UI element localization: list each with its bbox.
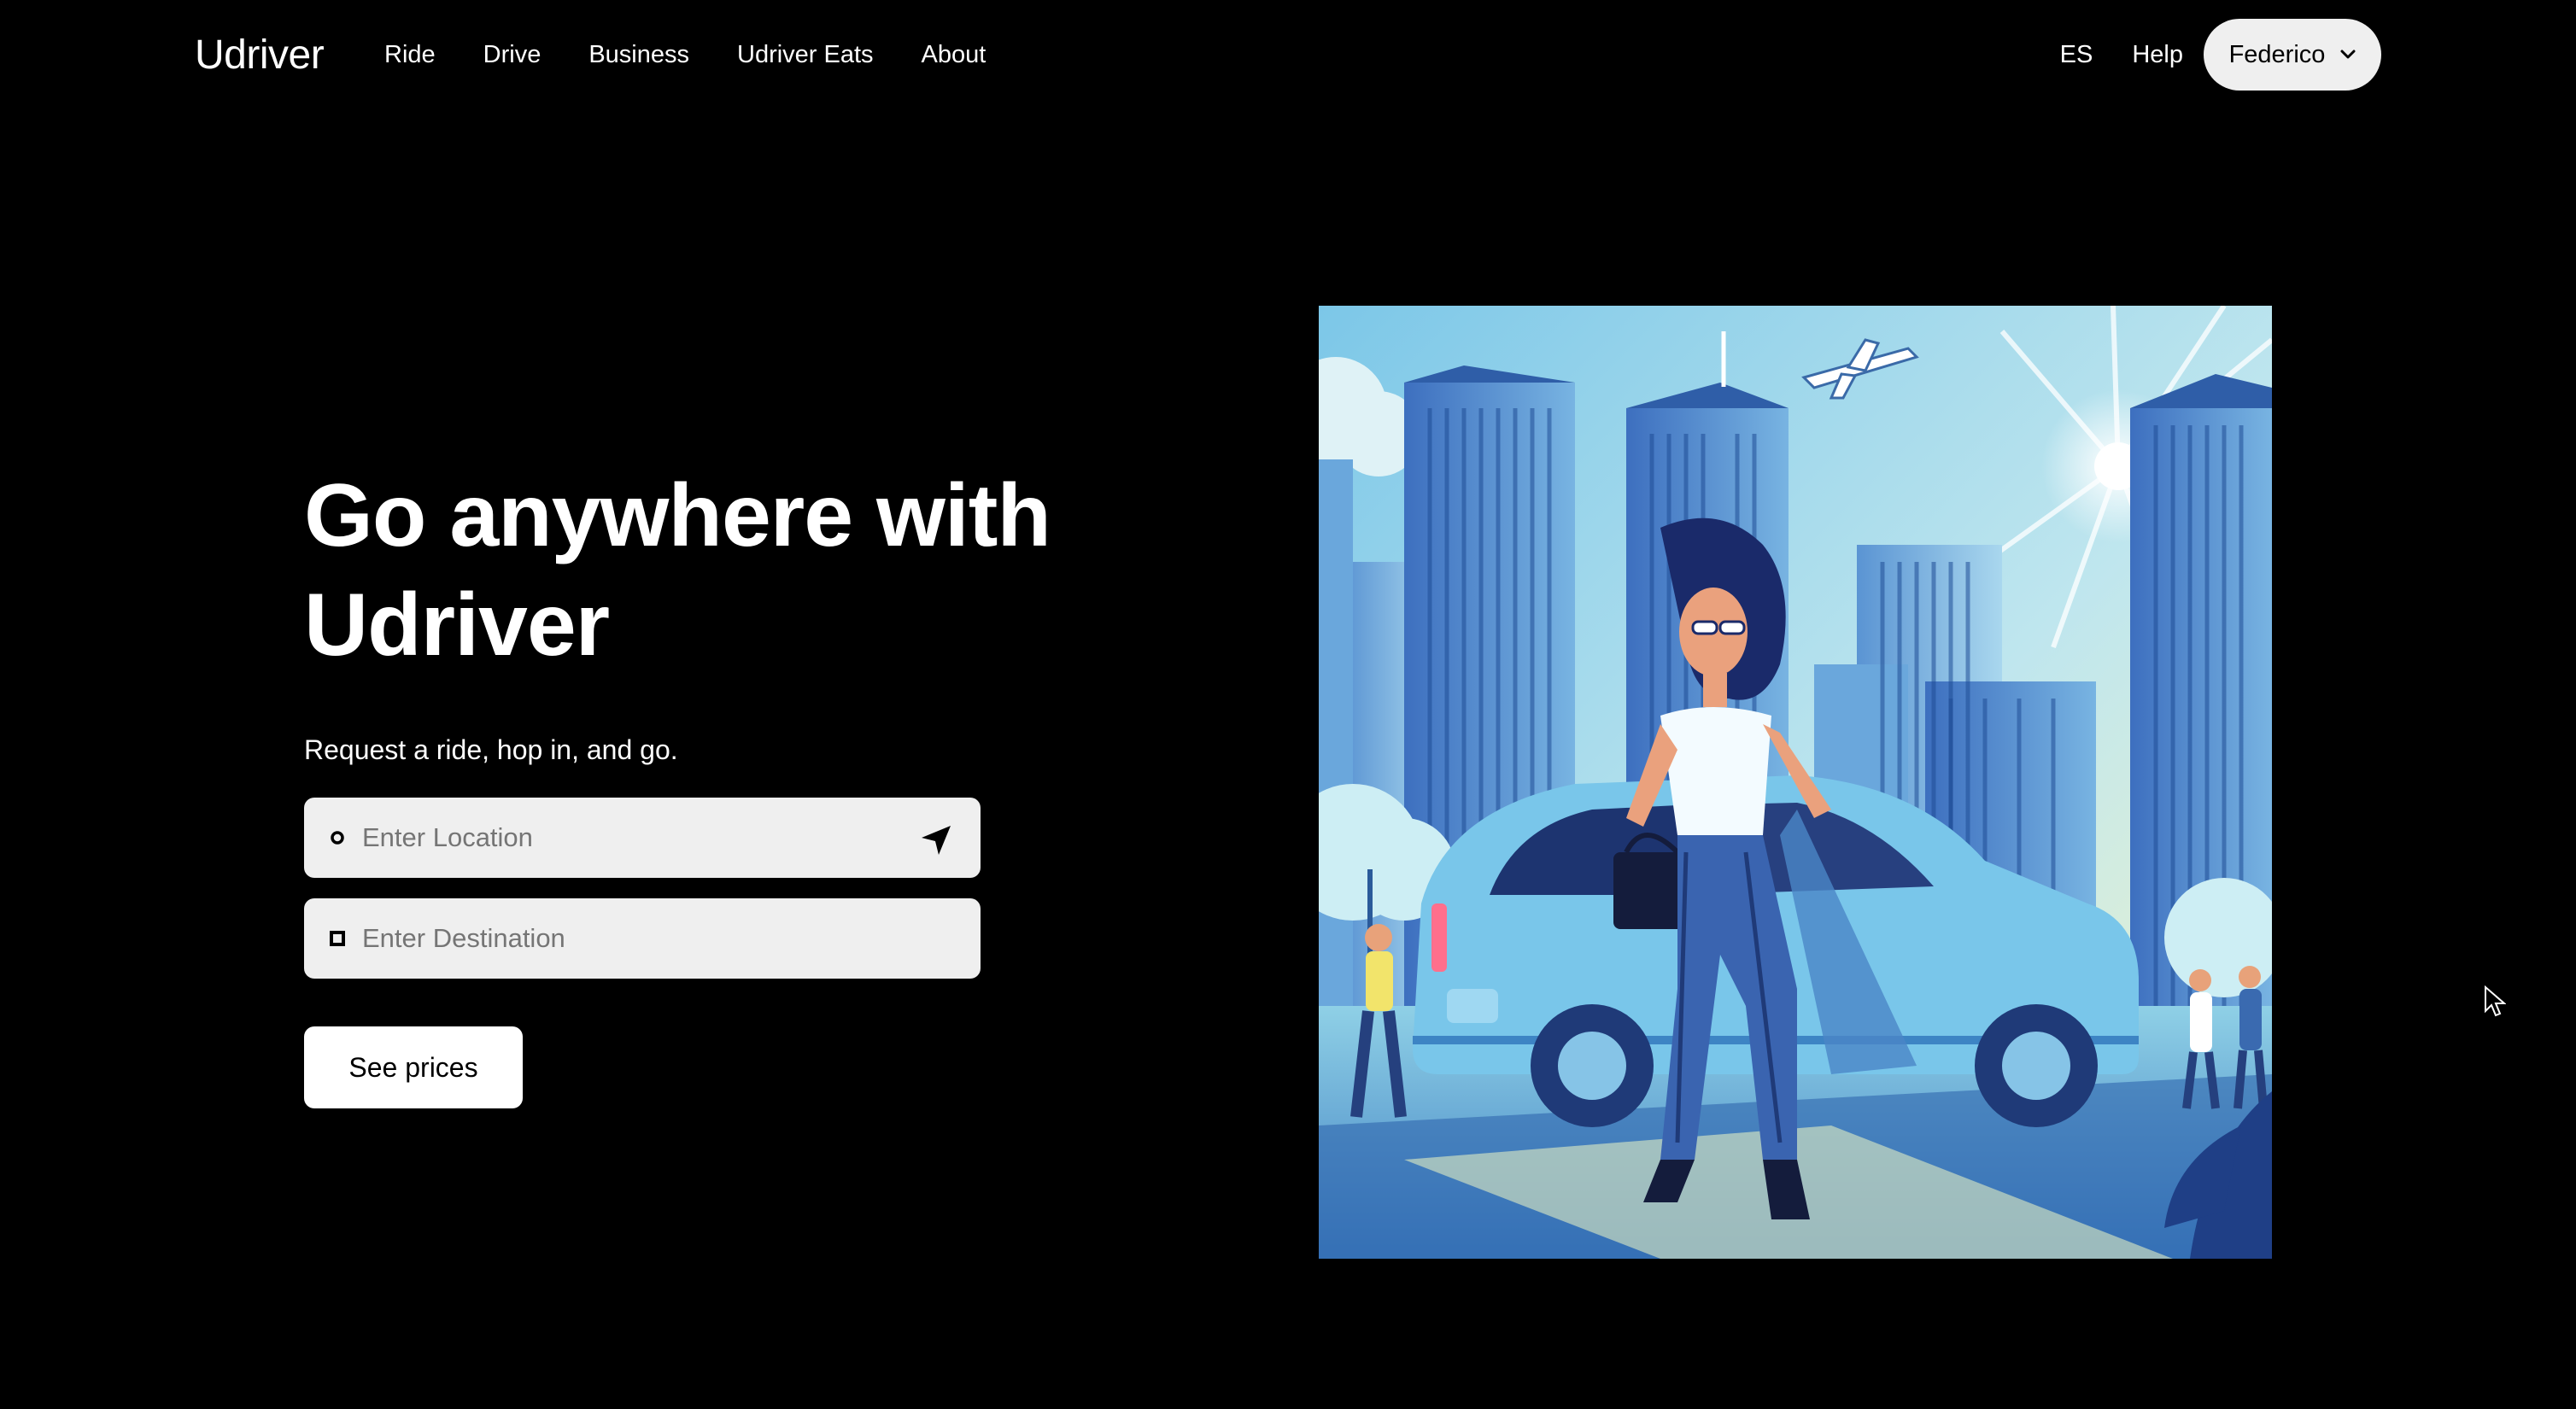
destination-field[interactable] (304, 898, 981, 979)
brand-logo[interactable]: Udriver (195, 31, 325, 80)
page: Udriver Ride Drive Business Udriver Eats… (0, 0, 2576, 1409)
nav-right-group: ES Help Federico (2060, 19, 2381, 91)
hero-title: Go anywhere with Udriver (304, 466, 1051, 675)
top-navbar: Udriver Ride Drive Business Udriver Eats… (0, 0, 2576, 111)
nav-link-ride[interactable]: Ride (384, 38, 436, 72)
location-field[interactable] (304, 798, 981, 878)
city-car-illustration (1319, 306, 2272, 1259)
nav-link-drive[interactable]: Drive (483, 38, 542, 72)
language-switch[interactable]: ES (2060, 38, 2093, 72)
location-input[interactable] (362, 798, 909, 878)
mouse-cursor-icon (2485, 985, 2506, 1017)
pickup-circle-icon (331, 831, 344, 845)
hero-illustration (1319, 306, 2272, 1259)
nav-link-udriver-eats[interactable]: Udriver Eats (737, 38, 874, 72)
destination-input[interactable] (362, 898, 909, 979)
primary-nav: Ride Drive Business Udriver Eats About (384, 38, 1033, 72)
hero-subtitle: Request a ride, hop in, and go. (304, 734, 678, 765)
dropoff-square-icon (330, 931, 345, 946)
user-menu-button[interactable]: Federico (2204, 19, 2381, 91)
help-link[interactable]: Help (2132, 38, 2183, 72)
nav-link-business[interactable]: Business (588, 38, 689, 72)
user-name: Federico (2228, 40, 2326, 68)
see-prices-button[interactable]: See prices (304, 1026, 523, 1108)
chevron-down-icon (2340, 50, 2356, 59)
location-arrow-icon[interactable] (919, 823, 953, 857)
nav-link-about[interactable]: About (922, 38, 986, 72)
